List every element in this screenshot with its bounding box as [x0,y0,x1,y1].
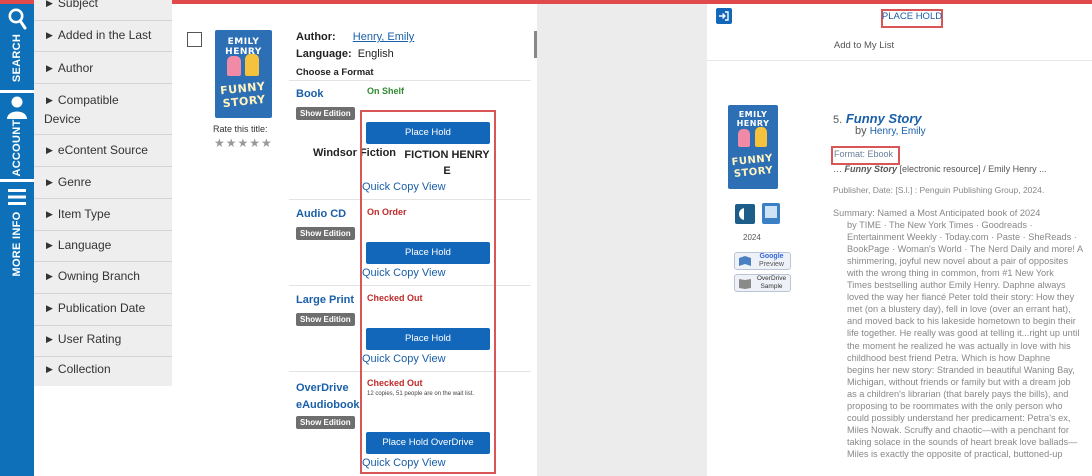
expand-arrow-icon: ▶ [46,30,53,40]
byline: by Henry, Emily [855,125,926,137]
select-checkbox[interactable] [187,32,202,47]
facet-genre[interactable]: ▶ Genre [34,167,172,199]
facet-subject[interactable]: ▶ Subject [34,0,172,21]
facet-collection[interactable]: ▶ Collection [34,357,172,386]
tab-more-info-label: MORE INFO [11,211,23,277]
facet-owning-branch[interactable]: ▶ Owning Branch [34,262,172,294]
facet-author[interactable]: ▶ Author [34,52,172,84]
facet-sidebar: ▶ Subject ▶ Added in the Last ▶ Author ▶ Com… [34,0,172,386]
google-preview-button[interactable]: Google Preview [734,252,791,270]
overdrive-format-icon [735,204,755,224]
show-edition-button[interactable]: Show Edition [296,416,355,429]
book-cover-image[interactable]: EMILY HENRY FUNNY STORY [728,105,778,189]
facet-publication-date[interactable]: ▶ Publication Date [34,294,172,326]
status-on-shelf: On Shelf [367,86,405,96]
show-edition-button[interactable]: Show Edition [296,107,355,120]
tab-account-label: ACCOUNT [11,119,23,177]
exit-icon[interactable] [716,8,732,24]
facet-added-in-last[interactable]: ▶ Added in the Last [34,20,172,52]
overdrive-sample-button[interactable]: OverDrive Sample [734,274,791,292]
add-to-list-link[interactable]: Add to My List [707,40,1021,51]
facet-user-rating[interactable]: ▶ User Rating [34,326,172,357]
format-line: Format: Ebook [834,149,894,159]
language-label: Language: [296,48,352,60]
author-link[interactable]: Henry, Emily [353,31,415,43]
expand-arrow-icon: ▶ [46,0,53,8]
show-edition-button[interactable]: Show Edition [296,227,355,240]
choose-format-label: Choose a Format [296,67,374,78]
detail-panel: PLACE HOLD Add to My List EMILY HENRY FU… [707,4,1092,476]
format-name-audio-cd[interactable]: Audio CD [296,208,346,220]
language-value: English [357,48,394,60]
result-title-link[interactable]: Funny Story [846,111,922,126]
expand-arrow-icon: ▶ [46,63,53,73]
rating-stars[interactable]: ★★★★★ [214,136,273,150]
facet-econtent-source[interactable]: ▶ eContent Source [34,135,172,167]
expand-arrow-icon: ▶ [46,364,53,374]
user-icon [7,96,27,119]
publication-year: 2024 [743,233,761,242]
divider [289,80,531,81]
summary-text: Summary: Named a Most Anticipated book o… [833,208,1084,459]
expand-arrow-icon: ▶ [46,334,53,344]
highlight-box [360,110,496,474]
format-name-book[interactable]: Book [296,88,324,100]
menu-icon [8,189,26,205]
format-name-large-print[interactable]: Large Print [296,294,354,306]
format-name-overdrive-eaudiobook[interactable]: OverDrive eAudiobook [296,380,362,414]
tab-search[interactable]: SEARCH [0,4,34,90]
language-row: Language: English [296,48,394,60]
author-link[interactable]: Henry, Emily [870,126,926,137]
tab-account[interactable]: ACCOUNT [0,93,34,179]
expand-arrow-icon: ▶ [46,240,53,250]
book-cover-image[interactable]: EMILY HENRY FUNNY STORY [215,30,272,118]
result-title-row: 5. Funny Story [833,111,922,126]
tab-search-label: SEARCH [11,33,23,83]
statement-of-responsibility: … Funny Story [electronic resource] / Em… [833,164,1047,174]
tab-more-info[interactable]: MORE INFO [0,182,34,292]
book-sample-icon [739,279,751,289]
expand-arrow-icon: ▶ [46,209,53,219]
ebook-format-icon [762,203,780,224]
publisher-line: Publisher, Date: [S.l.] : Penguin Publis… [833,185,1045,195]
rate-label: Rate this title: [213,124,268,134]
expand-arrow-icon: ▶ [46,303,53,313]
expand-arrow-icon: ▶ [46,95,53,105]
divider [707,60,1092,61]
place-hold-link[interactable]: PLACE HOLD [881,11,943,22]
author-row: Author: Henry, Emily [296,31,414,43]
show-edition-button[interactable]: Show Edition [296,313,355,326]
facet-compatible-device[interactable]: ▶ Compatible Device [34,84,172,135]
facet-language[interactable]: ▶ Language [34,231,172,262]
facet-item-type[interactable]: ▶ Item Type [34,199,172,231]
result-number: 5. [833,114,843,126]
expand-arrow-icon: ▶ [46,177,53,187]
search-icon [8,8,27,30]
author-label: Author: [296,31,336,43]
expand-arrow-icon: ▶ [46,271,53,281]
book-preview-icon [739,256,751,266]
expand-arrow-icon: ▶ [46,145,53,155]
background-pane [537,4,707,476]
vertical-tab-strip: SEARCH ACCOUNT MORE INFO [0,4,34,476]
